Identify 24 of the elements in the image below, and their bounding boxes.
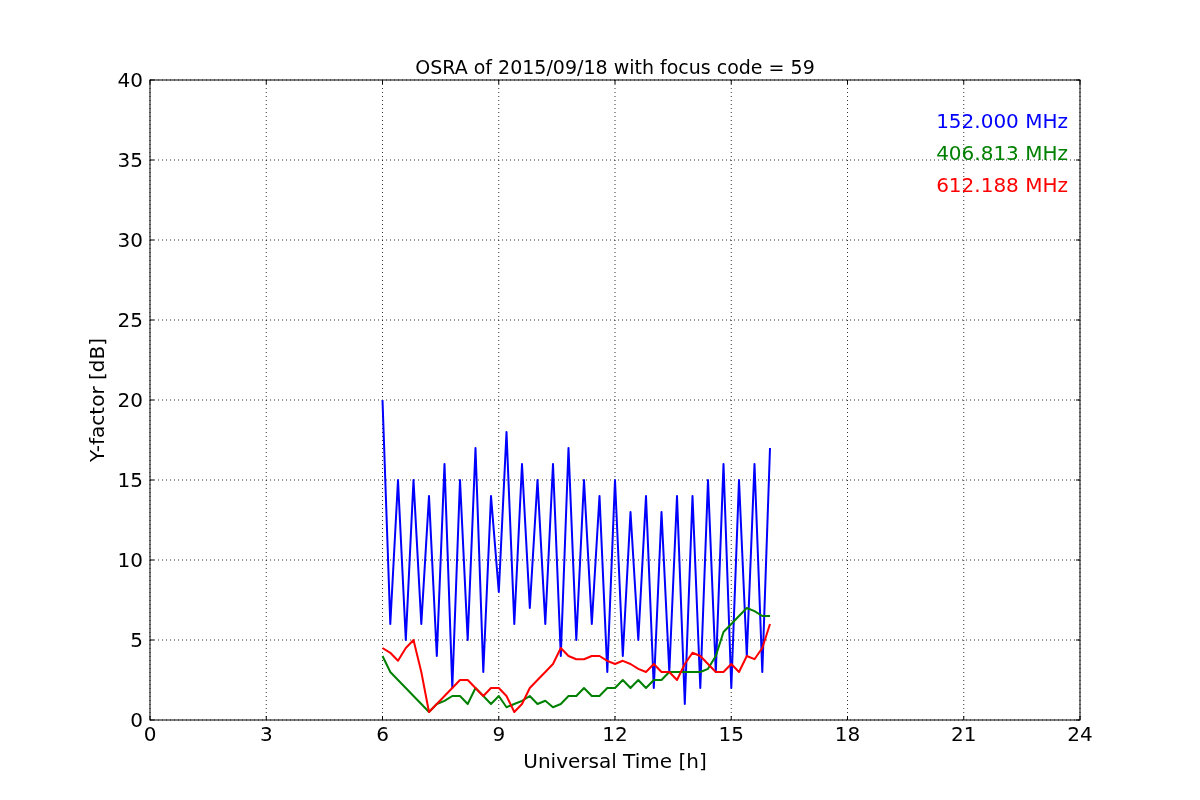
tick-label: 5 xyxy=(130,628,143,652)
tick-label: 30 xyxy=(117,228,143,252)
tick-label: 9 xyxy=(492,722,506,746)
tick-label: 20 xyxy=(117,388,143,412)
tick-label: 12 xyxy=(602,722,628,746)
tick-label: 21 xyxy=(951,722,977,746)
tick-label: 35 xyxy=(117,148,143,172)
chart-title: OSRA of 2015/09/18 with focus code = 59 xyxy=(415,56,815,78)
tick-label: 40 xyxy=(117,68,143,92)
tick-label: 0 xyxy=(143,722,157,746)
axis-label: Universal Time [h] xyxy=(523,749,707,773)
tick-label: 6 xyxy=(376,722,389,746)
legend-label: 152.000 MHz xyxy=(936,109,1068,133)
legend-label: 406.813 MHz xyxy=(936,141,1068,165)
tick-label: 24 xyxy=(1067,722,1093,746)
tick-label: 18 xyxy=(834,722,861,746)
axis-label: Y-factor [dB] xyxy=(85,338,109,462)
tick-label: 0 xyxy=(130,708,143,732)
tick-label: 15 xyxy=(117,468,143,492)
tick-label: 10 xyxy=(117,548,143,572)
tick-label: 25 xyxy=(117,308,143,332)
tick-label: 15 xyxy=(718,722,744,746)
tick-label: 3 xyxy=(259,722,273,746)
legend-label: 612.188 MHz xyxy=(936,173,1068,197)
